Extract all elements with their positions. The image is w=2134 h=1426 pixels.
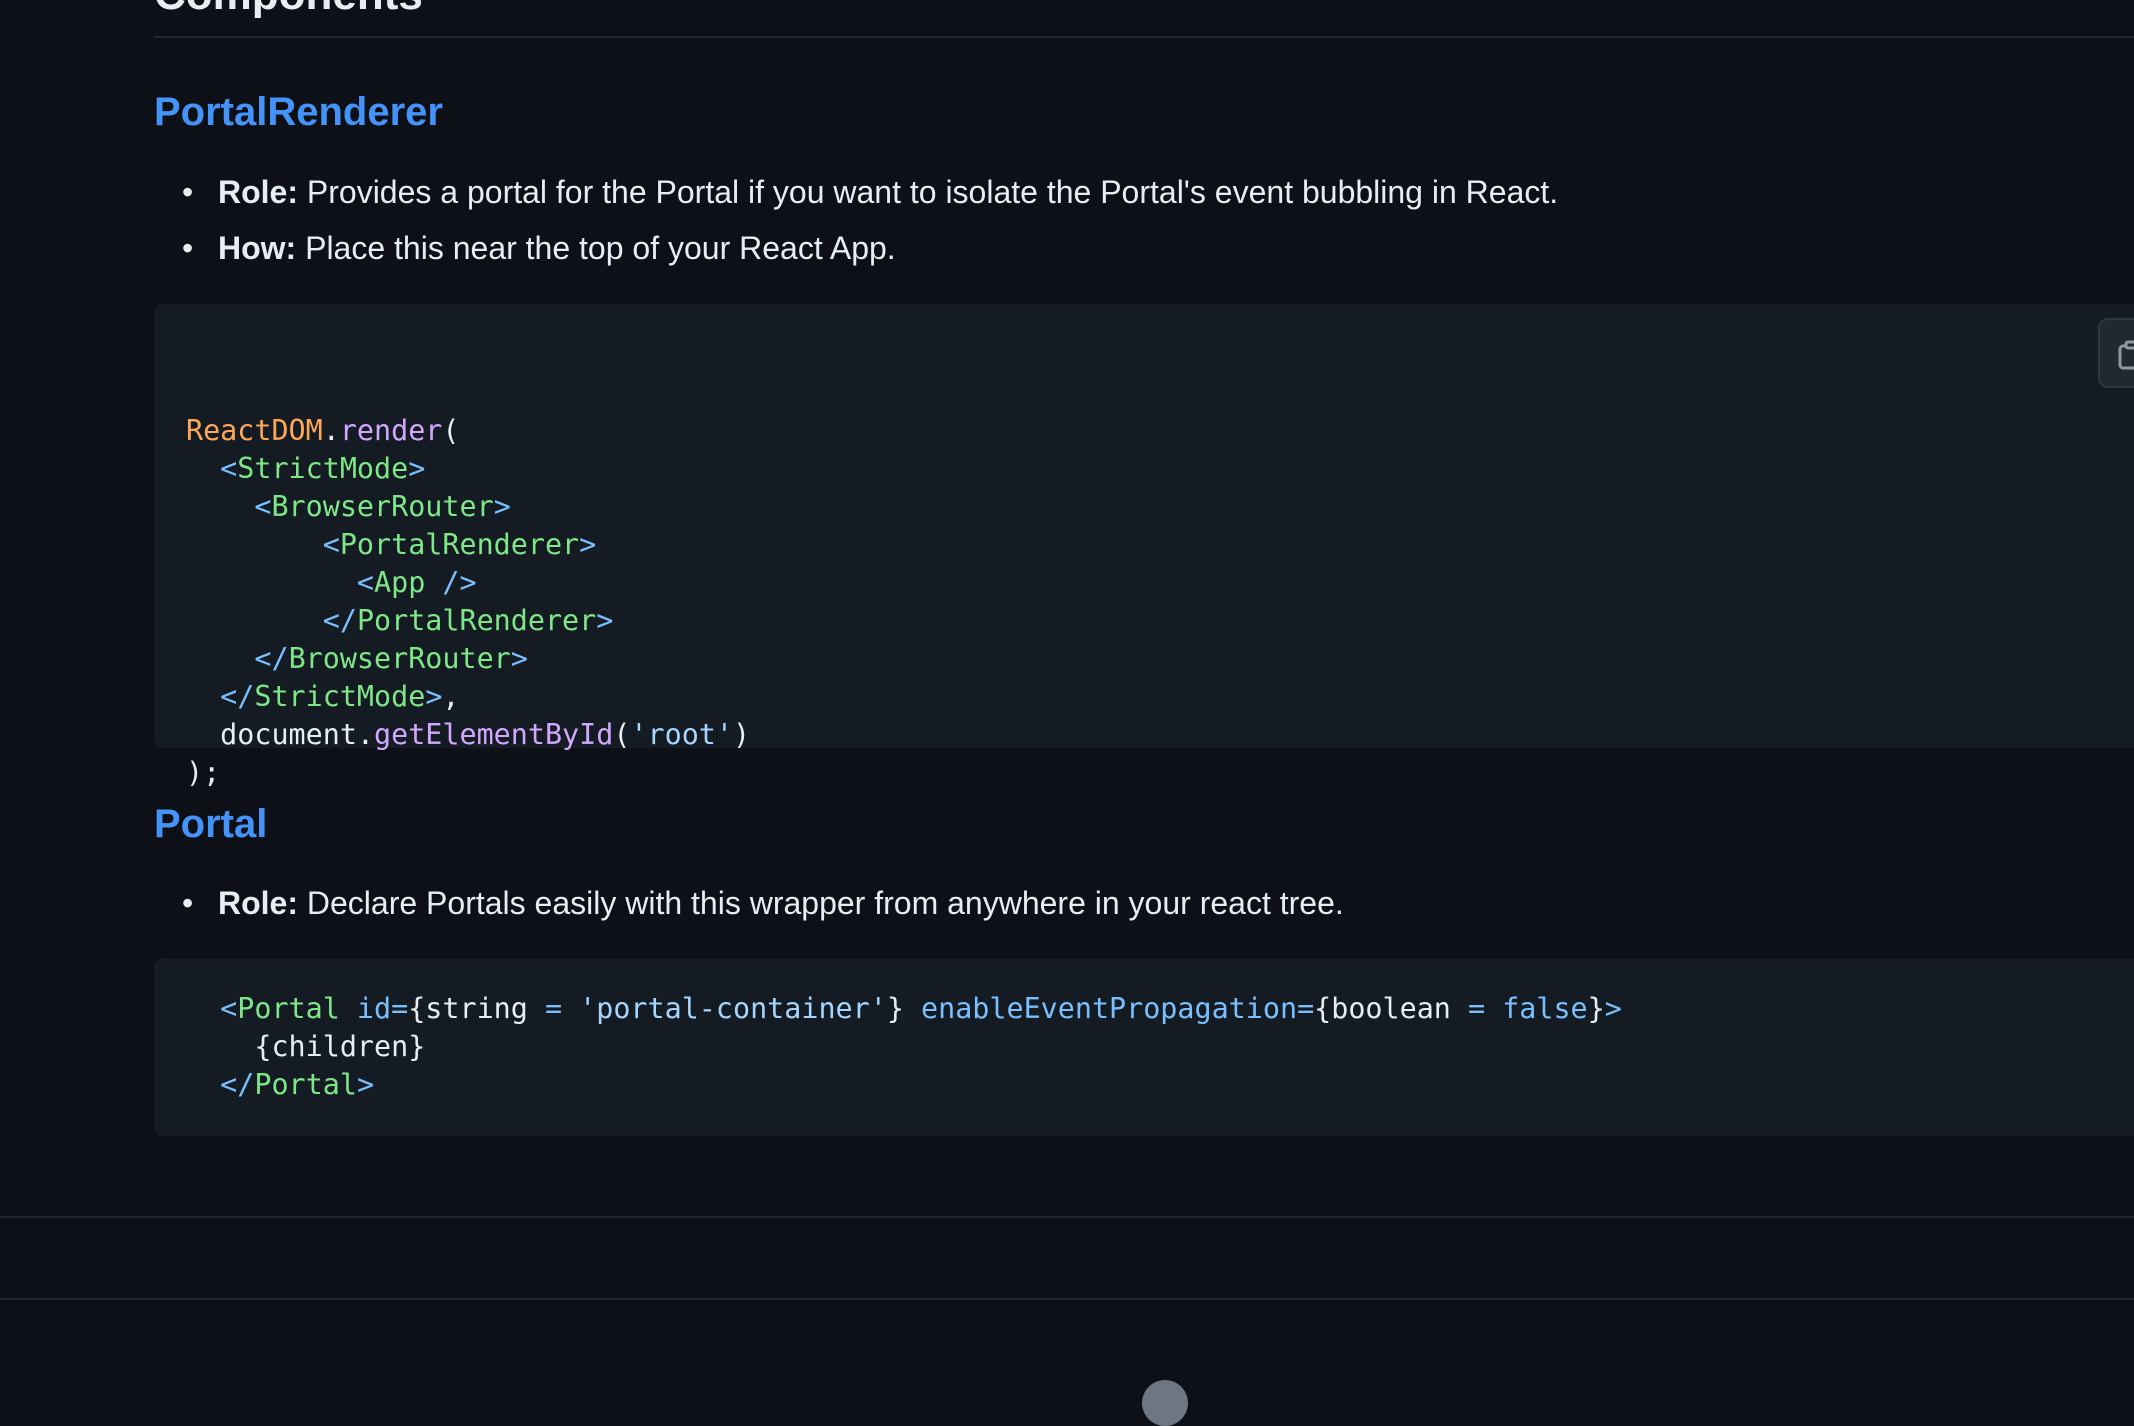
code-token: getElementById — [374, 718, 614, 751]
code-token: </ — [186, 604, 357, 637]
code-line: <PortalRenderer> — [186, 526, 2134, 564]
code-line: <BrowserRouter> — [186, 488, 2134, 526]
code-token: ); — [186, 756, 221, 789]
code-token: > — [596, 604, 614, 637]
code-token: < — [186, 490, 272, 523]
code-token: } — [1587, 992, 1605, 1025]
code-line: document.getElementById('root') — [186, 716, 2134, 754]
code-token: StrictMode — [237, 452, 409, 485]
section-heading: Components — [154, 0, 423, 24]
code-line: <App /> — [186, 564, 2134, 602]
code-token: id — [339, 992, 392, 1025]
code-token: ( — [613, 718, 631, 751]
code-line: <StrictMode> — [186, 450, 2134, 488]
section-heading-wrap: Components — [154, 0, 2134, 38]
code-line: </StrictMode>, — [186, 678, 2134, 716]
code-line: ); — [186, 754, 2134, 792]
code-token: {string — [408, 992, 545, 1025]
copy-icon — [2118, 340, 2134, 370]
code-token: > — [356, 1068, 375, 1101]
code-line: </PortalRenderer> — [186, 602, 2134, 640]
portal-heading[interactable]: Portal — [154, 798, 267, 850]
list-item-label: How: — [218, 230, 297, 266]
list-item-text: Provides a portal for the Portal if you … — [298, 174, 1559, 210]
code-token: enableEventPropagation — [921, 992, 1298, 1025]
code-block-portal: <Portal id={string = 'portal-container'}… — [154, 958, 2134, 1136]
code-token: {boolean — [1314, 992, 1468, 1025]
code-token: = — [1297, 992, 1315, 1025]
list-item-text: Declare Portals easily with this wrapper… — [298, 885, 1344, 921]
footer — [0, 1376, 2134, 1426]
code-line: {children} — [186, 1028, 2134, 1066]
code-token: < — [186, 452, 238, 485]
code-token: = — [391, 992, 409, 1025]
code-line: </Portal> — [186, 1066, 2134, 1104]
code-token: </ — [186, 1068, 255, 1101]
portal-renderer-heading[interactable]: PortalRenderer — [154, 86, 443, 138]
code-token: ) — [732, 718, 751, 751]
code-token: } — [886, 992, 922, 1025]
bullet-icon: • — [182, 230, 194, 266]
list-item: • How: Place this near the top of your Re… — [154, 220, 1558, 276]
portal-renderer-list: • Role: Provides a portal for the Portal … — [154, 164, 1558, 276]
code-token: BrowserRouter — [288, 642, 511, 675]
list-item-label: Role: — [218, 885, 298, 921]
list-item-label: Role: — [218, 174, 298, 210]
code-token: App — [374, 566, 426, 599]
bullet-icon: • — [182, 885, 194, 921]
code-token: = — [1468, 992, 1486, 1025]
code-token: BrowserRouter — [271, 490, 494, 523]
code-token: ( — [442, 414, 460, 447]
code-token: Portal — [254, 1068, 357, 1101]
code-block-portal-renderer: ReactDOM.render( <StrictMode> <BrowserRo… — [154, 304, 2134, 789]
code-token: > — [425, 680, 443, 713]
list-item: • Role: Provides a portal for the Portal … — [154, 164, 1558, 220]
copy-button[interactable] — [2098, 318, 2134, 388]
code-line: <Portal id={string = 'portal-container'}… — [186, 990, 2134, 1028]
code-token: 'portal-container' — [579, 992, 887, 1025]
code-token: PortalRenderer — [339, 528, 580, 561]
code-token: ReactDOM — [186, 414, 323, 447]
code-line: </BrowserRouter> — [186, 640, 2134, 678]
code-line: ReactDOM.render( — [186, 412, 2134, 450]
code-token: > — [1604, 992, 1622, 1025]
code-token: < — [186, 528, 340, 561]
footer-separator — [0, 1298, 2134, 1300]
code-token: /> — [425, 566, 477, 599]
code-token: > — [579, 528, 597, 561]
code-token: render — [339, 414, 443, 447]
code-token: > — [493, 490, 511, 523]
code-token: </ — [186, 680, 255, 713]
github-logo-icon[interactable] — [1142, 1380, 1188, 1426]
code-token: < — [186, 566, 375, 599]
footer-divider — [0, 1216, 2134, 1218]
code-token: document. — [186, 718, 375, 751]
list-item-text: Place this near the top of your React Ap… — [296, 230, 896, 266]
code-token: > — [408, 452, 426, 485]
code-token: 'root' — [630, 718, 733, 751]
code-token: < — [186, 992, 238, 1025]
code-token: , — [442, 680, 460, 713]
portal-list: • Role: Declare Portals easily with this … — [154, 875, 1344, 931]
code-token: = — [544, 992, 563, 1025]
code-token: StrictMode — [254, 680, 426, 713]
code-token: {children} — [186, 1030, 426, 1063]
bullet-icon: • — [182, 174, 194, 210]
code-token: </ — [186, 642, 289, 675]
code-token: . — [322, 414, 340, 447]
code-token: PortalRenderer — [356, 604, 597, 637]
code-token: Portal — [237, 992, 340, 1025]
list-item: • Role: Declare Portals easily with this … — [154, 875, 1344, 931]
code-token: > — [510, 642, 528, 675]
code-token: false — [1502, 992, 1588, 1025]
